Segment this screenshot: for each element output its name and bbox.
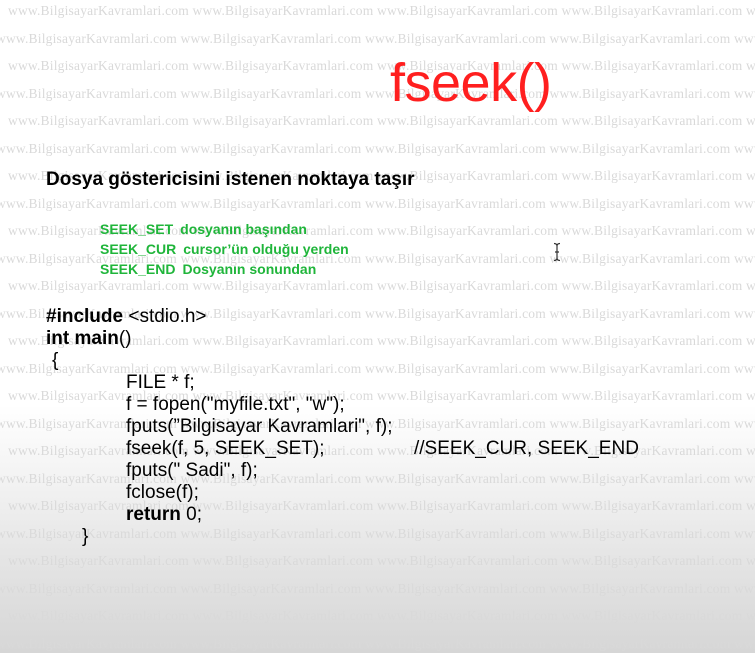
code-line-fclose: fclose(f); xyxy=(126,482,199,503)
code-line-return: return 0; xyxy=(46,504,392,526)
code-line-main: int main() xyxy=(46,328,392,350)
watermark-text: www.BilgisayarKavramlari.com www.Bilgisa… xyxy=(0,85,755,101)
seek-mode-item: SEEK_END Dosyanın sonundan xyxy=(100,259,349,279)
code-block: #include <stdio.h> int main() { FILE * f… xyxy=(46,306,639,548)
watermark-text: www.BilgisayarKavramlari.com www.Bilgisa… xyxy=(8,3,755,18)
code-line-fseek: fseek(f, 5, SEEK_SET); //SEEK_CUR, SEEK_E… xyxy=(46,438,639,460)
code-keyword: #include xyxy=(46,306,124,327)
seek-mode-list: SEEK_SET dosyanın başından SEEK_CUR cursor… xyxy=(100,219,349,279)
code-line-include: #include <stdio.h> xyxy=(46,306,392,328)
watermark-text: www.BilgisayarKavramlari.com www.Bilgisa… xyxy=(8,553,755,568)
code-line-close-brace: } xyxy=(82,526,89,547)
seek-mode-name: SEEK_END xyxy=(100,261,176,277)
code-comment: //SEEK_CUR, SEEK_END xyxy=(414,438,639,459)
code-text: fseek(f, 5, SEEK_SET); xyxy=(126,438,325,459)
code-line-file: FILE * f; xyxy=(126,372,195,393)
seek-mode-description: Dosyanın sonundan xyxy=(182,261,317,277)
code-keyword: int main xyxy=(46,328,119,349)
slide-title: fseek() xyxy=(390,53,552,113)
watermark-text: www.BilgisayarKavramlari.com www.Bilgisa… xyxy=(8,58,755,73)
seek-mode-item: SEEK_CUR cursor’ün olduğu yerden xyxy=(100,239,349,259)
watermark-text: www.BilgisayarKavramlari.com www.Bilgisa… xyxy=(0,140,755,156)
seek-mode-name: SEEK_CUR xyxy=(100,241,177,257)
seek-mode-description: cursor’ün olduğu yerden xyxy=(183,241,349,257)
slide-subtitle: Dosya göstericisini istenen noktaya taşı… xyxy=(46,169,415,190)
watermark-text: www.BilgisayarKavramlari.com www.Bilgisa… xyxy=(0,635,755,651)
code-text: 0; xyxy=(180,504,203,525)
seek-mode-name: SEEK_SET xyxy=(100,221,174,237)
watermark-text: www.BilgisayarKavramlari.com www.Bilgisa… xyxy=(0,30,755,46)
seek-mode-item: SEEK_SET dosyanın başından xyxy=(100,219,349,239)
watermark-text: www.BilgisayarKavramlari.com www.Bilgisa… xyxy=(0,580,755,596)
watermark-text: www.BilgisayarKavramlari.com www.Bilgisa… xyxy=(8,278,755,293)
code-line-fputs-1: fputs(”Bilgisayar Kavramlari", f); xyxy=(126,416,393,437)
watermark-text: www.BilgisayarKavramlari.com www.Bilgisa… xyxy=(8,608,755,623)
code-line-fputs-2: fputs(" Sadi", f); xyxy=(126,460,258,481)
code-line-open-brace: { xyxy=(52,350,59,371)
code-text: () xyxy=(118,328,132,349)
watermark-text: www.BilgisayarKavramlari.com www.Bilgisa… xyxy=(0,195,755,211)
code-line-fopen: f = fopen("myfile.txt", "w"); xyxy=(126,394,345,415)
text-cursor-icon xyxy=(553,242,561,262)
watermark-text: www.BilgisayarKavramlari.com www.Bilgisa… xyxy=(8,113,755,128)
code-keyword: return xyxy=(126,504,181,525)
code-text: <stdio.h> xyxy=(123,306,207,327)
seek-mode-description: dosyanın başından xyxy=(180,221,307,237)
